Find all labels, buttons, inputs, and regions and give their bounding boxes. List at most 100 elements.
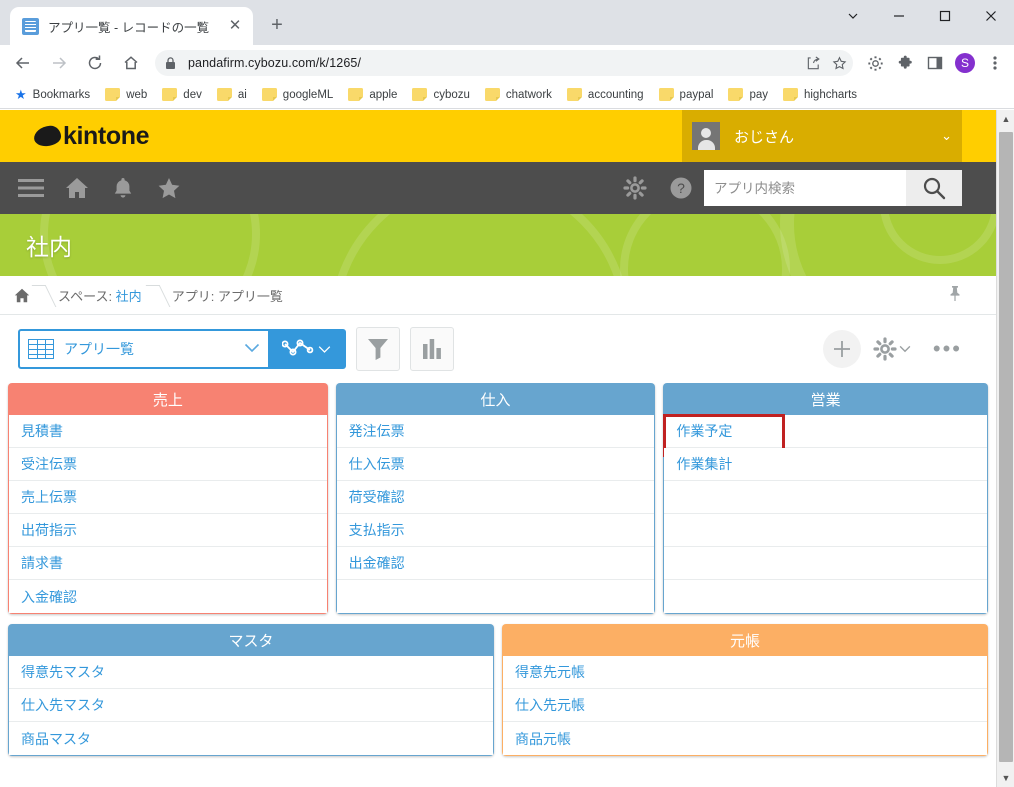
scroll-up-icon[interactable]: ▲ — [997, 110, 1014, 128]
app-link[interactable]: 作業集計 — [664, 448, 987, 481]
close-window-button[interactable] — [968, 0, 1014, 32]
panel-items: 得意先元帳 仕入先元帳 商品元帳 — [502, 656, 988, 756]
bookmark-item[interactable]: accounting — [560, 86, 651, 103]
breadcrumb-space-link[interactable]: 社内 — [116, 289, 142, 304]
app-settings-button[interactable] — [867, 337, 917, 361]
window-controls — [830, 0, 1014, 32]
app-link[interactable]: 受注伝票 — [9, 448, 327, 481]
kintone-logo[interactable]: kintone — [34, 122, 149, 151]
bookmark-item[interactable]: pay — [721, 86, 775, 103]
panel-row-2: マスタ 得意先マスタ 仕入先マスタ 商品マスタ 元帳 得意先元帳 仕入先元帳 — [8, 624, 988, 756]
bell-icon[interactable] — [100, 162, 146, 214]
home-icon[interactable] — [54, 162, 100, 214]
app-link-highlighted[interactable]: 作業予定 — [664, 415, 987, 448]
bookmark-item[interactable]: ai — [210, 86, 254, 103]
graph-view-button[interactable] — [268, 331, 344, 367]
app-link[interactable]: 得意先元帳 — [503, 656, 987, 689]
add-record-button[interactable] — [823, 330, 861, 368]
gear-icon[interactable] — [862, 50, 888, 76]
panel-title: 売上 — [8, 383, 328, 415]
address-bar[interactable]: pandafirm.cybozu.com/k/1265/ — [155, 50, 853, 76]
app-link[interactable]: 見積書 — [9, 415, 327, 448]
more-options-button[interactable]: ••• — [923, 338, 972, 360]
filter-button[interactable] — [356, 327, 400, 371]
app-link[interactable]: 入金確認 — [9, 580, 327, 613]
panel-business: 営業 作業予定 作業集計 — [663, 383, 988, 614]
folder-icon — [162, 88, 177, 101]
extensions-puzzle-icon[interactable] — [892, 50, 918, 76]
chevron-down-icon[interactable] — [244, 342, 260, 356]
app-link[interactable]: 商品元帳 — [503, 722, 987, 755]
bookmark-item[interactable]: dev — [155, 86, 209, 103]
app-link[interactable]: 発注伝票 — [337, 415, 655, 448]
bookmark-item[interactable]: cybozu — [405, 86, 476, 103]
user-menu[interactable]: おじさん ⌄ — [682, 110, 962, 162]
bookmark-item[interactable]: highcharts — [776, 86, 864, 103]
star-icon[interactable] — [146, 162, 192, 214]
url-text: pandafirm.cybozu.com/k/1265/ — [188, 56, 361, 70]
tab-search-icon[interactable] — [830, 0, 876, 32]
chart-button[interactable] — [410, 327, 454, 371]
reload-icon[interactable] — [81, 49, 109, 77]
view-selector[interactable]: アプリ一覧 — [18, 329, 346, 369]
browser-tab[interactable]: アプリ一覧 - レコードの一覧 ✕ — [10, 7, 253, 45]
scroll-down-icon[interactable]: ▼ — [997, 769, 1014, 787]
share-icon[interactable] — [801, 51, 825, 75]
chrome-menu-icon[interactable] — [982, 50, 1008, 76]
bookmark-star-icon[interactable] — [827, 51, 851, 75]
kintone-page: kintone おじさん ⌄ — [0, 110, 996, 787]
view-name: アプリ一覧 — [64, 339, 244, 359]
app-link[interactable]: 仕入先元帳 — [503, 689, 987, 722]
folder-icon — [728, 88, 743, 101]
bookmark-item[interactable]: ★ Bookmarks — [8, 85, 97, 105]
space-banner: 社内 — [0, 214, 996, 276]
plus-icon — [832, 339, 852, 359]
search-icon[interactable] — [906, 170, 962, 206]
bookmark-item[interactable]: googleML — [255, 86, 341, 103]
home-icon[interactable] — [117, 49, 145, 77]
app-link[interactable]: 荷受確認 — [337, 481, 655, 514]
bookmark-label: dev — [183, 89, 202, 101]
app-link[interactable]: 請求書 — [9, 547, 327, 580]
breadcrumb-space-prefix: スペース: — [58, 289, 116, 304]
pin-icon[interactable] — [948, 285, 962, 306]
chevron-down-icon[interactable]: ⌄ — [941, 128, 952, 144]
page-scrollbar[interactable]: ▲ ▼ — [996, 110, 1014, 787]
app-link[interactable]: 売上伝票 — [9, 481, 327, 514]
app-link[interactable]: 得意先マスタ — [9, 656, 493, 689]
breadcrumb: スペース: 社内 アプリ: アプリ一覧 — [0, 276, 996, 315]
minimize-button[interactable] — [876, 0, 922, 32]
view-selector-dropdown[interactable]: アプリ一覧 — [20, 331, 268, 367]
menu-icon[interactable] — [8, 162, 54, 214]
breadcrumb-space[interactable]: スペース: 社内 — [52, 286, 148, 305]
app-link[interactable]: 仕入先マスタ — [9, 689, 493, 722]
home-icon[interactable] — [10, 288, 34, 303]
bookmark-item[interactable]: chatwork — [478, 86, 559, 103]
forward-icon[interactable] — [45, 49, 73, 77]
folder-icon — [105, 88, 120, 101]
panel-items: 発注伝票 仕入伝票 荷受確認 支払指示 出金確認 — [336, 415, 656, 614]
folder-icon — [412, 88, 427, 101]
back-icon[interactable] — [9, 49, 37, 77]
profile-avatar[interactable]: S — [952, 50, 978, 76]
bookmark-item[interactable]: apple — [341, 86, 404, 103]
close-tab-icon[interactable]: ✕ — [225, 16, 245, 36]
app-link[interactable]: 仕入伝票 — [337, 448, 655, 481]
new-tab-button[interactable]: + — [263, 12, 291, 40]
kintone-navbar: ? — [0, 162, 996, 214]
gear-icon[interactable] — [612, 162, 658, 214]
app-search[interactable] — [704, 170, 962, 206]
maximize-button[interactable] — [922, 0, 968, 32]
bookmark-label: accounting — [588, 89, 644, 101]
search-input[interactable] — [704, 170, 906, 206]
app-link[interactable]: 支払指示 — [337, 514, 655, 547]
bookmark-item[interactable]: web — [98, 86, 154, 103]
decor-arc — [330, 214, 630, 276]
app-link[interactable]: 商品マスタ — [9, 722, 493, 755]
sidepanel-icon[interactable] — [922, 50, 948, 76]
scrollbar-thumb[interactable] — [999, 132, 1013, 762]
app-link[interactable]: 出荷指示 — [9, 514, 327, 547]
bookmark-item[interactable]: paypal — [652, 86, 721, 103]
app-link[interactable]: 出金確認 — [337, 547, 655, 580]
help-icon[interactable]: ? — [658, 162, 704, 214]
